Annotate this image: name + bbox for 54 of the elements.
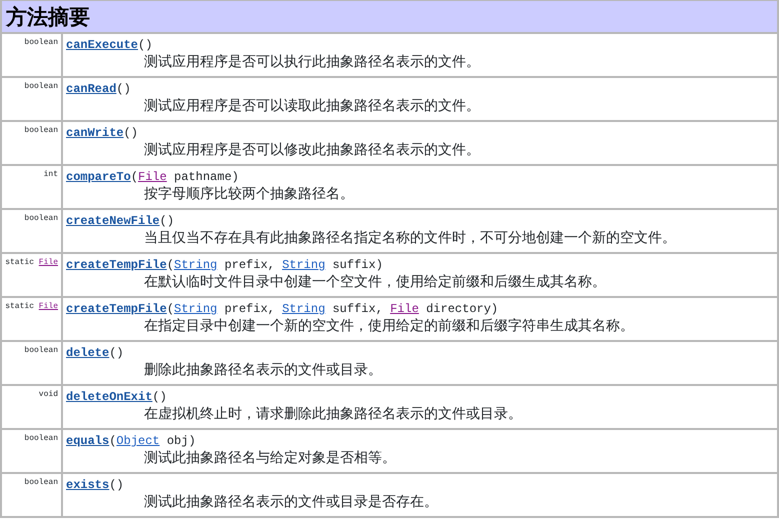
return-type: void xyxy=(38,390,58,399)
method-link[interactable]: canWrite xyxy=(66,126,124,140)
method-signature: canExecute() xyxy=(66,37,152,53)
return-type: boolean xyxy=(24,126,58,135)
method-description: 测试此抽象路径名与给定对象是否相等。 xyxy=(144,449,396,467)
method-link[interactable]: deleteOnExit xyxy=(66,390,152,404)
method-signature: equals(Object obj) xyxy=(66,433,196,449)
method-signature: compareTo(File pathname) xyxy=(66,169,239,185)
method-link[interactable]: createNewFile xyxy=(66,214,160,228)
return-type: boolean xyxy=(24,346,58,355)
method-link[interactable]: createTempFile xyxy=(66,258,167,272)
method-signature: delete() xyxy=(66,345,124,361)
type-link[interactable]: String xyxy=(282,258,326,272)
method-link[interactable]: canExecute xyxy=(66,38,138,52)
method-description: 测试应用程序是否可以修改此抽象路径名表示的文件。 xyxy=(144,141,480,159)
type-link[interactable]: File xyxy=(38,302,58,311)
method-description: 当且仅当不存在具有此抽象路径名指定名称的文件时，不可分地创建一个新的空文件。 xyxy=(144,229,676,247)
return-type: int xyxy=(44,170,58,179)
method-signature: canWrite() xyxy=(66,125,138,141)
method-signature: createTempFile(String prefix, String suffix, File directory) xyxy=(66,301,498,317)
return-type: static File xyxy=(5,302,58,311)
type-link[interactable]: File xyxy=(38,258,58,267)
method-description: 按字母顺序比较两个抽象路径名。 xyxy=(144,185,354,203)
method-signature: createNewFile() xyxy=(66,213,174,229)
return-type: boolean xyxy=(24,478,58,487)
method-description: 测试此抽象路径名表示的文件或目录是否存在。 xyxy=(144,493,438,511)
type-link[interactable]: Object xyxy=(116,434,160,448)
type-link[interactable]: String xyxy=(282,302,326,316)
method-signature: canRead() xyxy=(66,81,131,97)
method-description: 在虚拟机终止时，请求删除此抽象路径名表示的文件或目录。 xyxy=(144,405,522,423)
method-link[interactable]: createTempFile xyxy=(66,302,167,316)
method-link[interactable]: equals xyxy=(66,434,110,448)
return-type: boolean xyxy=(24,214,58,223)
method-signature: createTempFile(String prefix, String suffix) xyxy=(66,257,383,273)
type-link[interactable]: File xyxy=(390,302,419,316)
method-description: 在默认临时文件目录中创建一个空文件，使用给定前缀和后缀生成其名称。 xyxy=(144,273,606,291)
method-description: 测试应用程序是否可以执行此抽象路径名表示的文件。 xyxy=(144,53,480,71)
section-title: 方法摘要 xyxy=(6,4,90,29)
type-link[interactable]: File xyxy=(138,170,167,184)
method-signature: deleteOnExit() xyxy=(66,389,167,405)
type-link[interactable]: String xyxy=(174,258,218,272)
return-type: boolean xyxy=(24,434,58,443)
method-signature: exists() xyxy=(66,477,124,493)
return-type: static File xyxy=(5,258,58,267)
type-link[interactable]: String xyxy=(174,302,218,316)
return-type: boolean xyxy=(24,38,58,47)
method-link[interactable]: delete xyxy=(66,346,110,360)
method-description: 在指定目录中创建一个新的空文件，使用给定的前缀和后缀字符串生成其名称。 xyxy=(144,317,634,335)
method-link[interactable]: compareTo xyxy=(66,170,131,184)
return-type: boolean xyxy=(24,82,58,91)
method-description: 删除此抽象路径名表示的文件或目录。 xyxy=(144,361,382,379)
method-link[interactable]: exists xyxy=(66,478,110,492)
method-description: 测试应用程序是否可以读取此抽象路径名表示的文件。 xyxy=(144,97,480,115)
method-link[interactable]: canRead xyxy=(66,82,116,96)
